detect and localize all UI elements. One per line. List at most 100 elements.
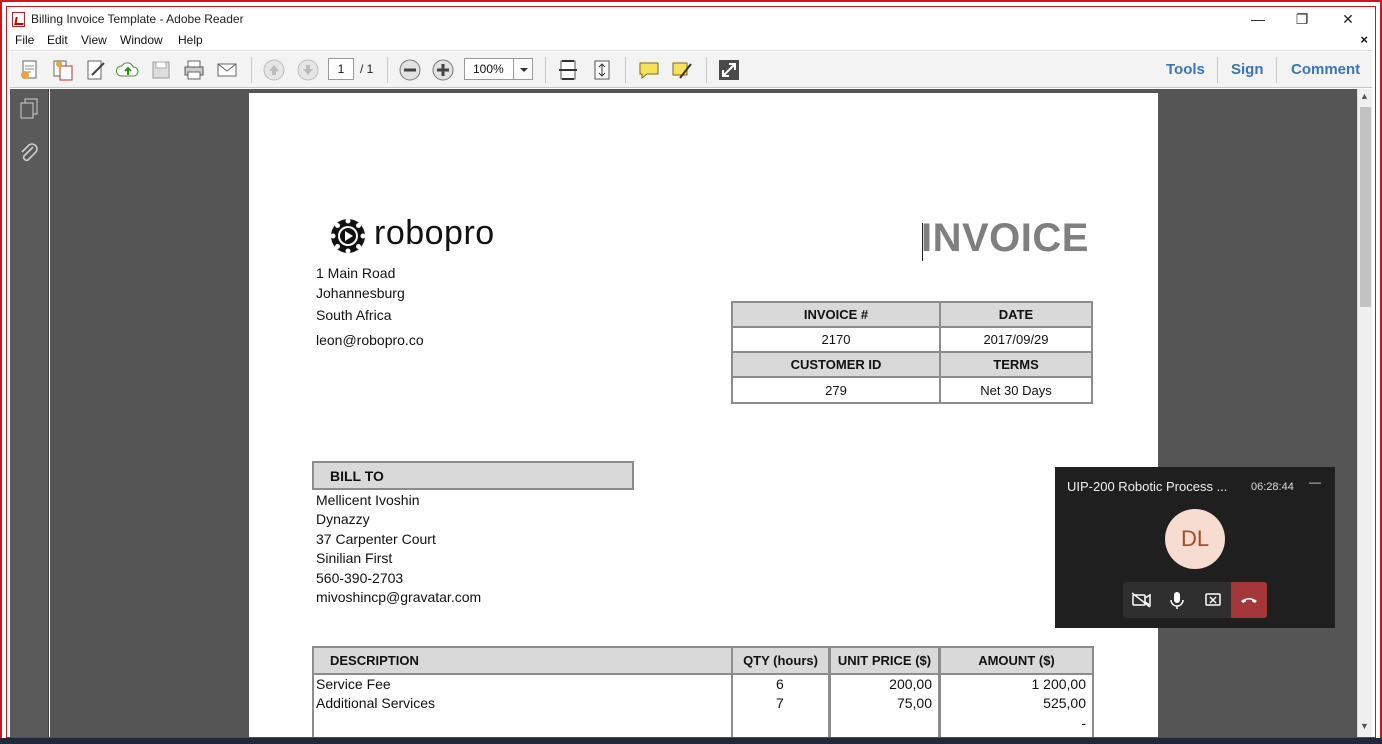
hang-up-icon bbox=[1241, 598, 1257, 603]
sticky-note-icon[interactable] bbox=[637, 58, 661, 82]
call-timer: 06:28:44 bbox=[1251, 481, 1294, 493]
close-button[interactable]: ✕ bbox=[1326, 10, 1370, 30]
sender-address-line2: Johannesburg bbox=[316, 285, 405, 301]
scroll-up-arrow-icon[interactable]: ▲ bbox=[1360, 91, 1369, 101]
date-header: DATE bbox=[939, 301, 1093, 328]
menu-window[interactable]: Window bbox=[120, 33, 163, 47]
combine-files-icon[interactable] bbox=[51, 58, 75, 82]
sender-email: leon@robopro.co bbox=[316, 332, 424, 348]
row1-amount: 1 200,00 bbox=[1031, 676, 1087, 692]
fit-width-icon[interactable] bbox=[556, 58, 580, 82]
zoom-level-input[interactable]: 100% bbox=[464, 58, 514, 80]
sign-pane-link[interactable]: Sign bbox=[1231, 61, 1264, 78]
stop-sharing-icon[interactable] bbox=[1195, 582, 1231, 618]
next-page-icon[interactable] bbox=[296, 58, 320, 82]
invoice-heading: INVOICE bbox=[921, 216, 1089, 260]
email-icon[interactable] bbox=[215, 58, 239, 82]
document-area: robopro INVOICE 1 Main Road Johannesburg… bbox=[50, 89, 1357, 737]
page-total-label: / 1 bbox=[360, 62, 374, 76]
menu-file[interactable]: File bbox=[15, 33, 34, 47]
row1-qty: 6 bbox=[776, 676, 784, 692]
full-screen-icon[interactable] bbox=[717, 58, 741, 82]
description-header: DESCRIPTION bbox=[312, 646, 733, 675]
bill-to-email: mivoshincp@gravatar.com bbox=[316, 589, 482, 605]
bill-to-name: Mellicent Ivoshin bbox=[316, 492, 420, 508]
create-pdf-icon[interactable] bbox=[18, 58, 42, 82]
page-thumbnails-icon[interactable] bbox=[17, 97, 41, 121]
row2-unit-price: 75,00 bbox=[896, 695, 932, 711]
attachments-icon[interactable] bbox=[17, 141, 41, 165]
company-logo-text: robopro bbox=[374, 214, 495, 252]
tools-pane-link[interactable]: Tools bbox=[1166, 61, 1205, 78]
call-popup[interactable]: UIP-200 Robotic Process ... 06:28:44 — D… bbox=[1055, 467, 1335, 628]
sender-address-line1: 1 Main Road bbox=[316, 265, 396, 281]
hang-up-button[interactable] bbox=[1231, 582, 1267, 618]
comment-pane-link[interactable]: Comment bbox=[1291, 61, 1360, 78]
sender-address-line3: South Africa bbox=[316, 307, 392, 323]
navigation-pane bbox=[10, 89, 49, 737]
scrollbar-thumb[interactable] bbox=[1360, 107, 1371, 307]
toolbar-separator bbox=[251, 57, 252, 83]
zoom-dropdown-button[interactable] bbox=[513, 58, 533, 80]
row1-description: Service Fee bbox=[316, 676, 391, 692]
call-minimize-button[interactable]: — bbox=[1309, 475, 1321, 489]
call-controls bbox=[1123, 582, 1267, 618]
camera-off-icon[interactable] bbox=[1123, 582, 1159, 618]
avatar: DL bbox=[1165, 509, 1225, 569]
toolbar-separator bbox=[387, 57, 388, 83]
qty-header: QTY (hours) bbox=[731, 646, 830, 675]
zoom-out-icon[interactable] bbox=[398, 58, 422, 82]
bill-to-city: Sinilian First bbox=[316, 550, 393, 566]
invoice-number-value: 2170 bbox=[731, 326, 941, 353]
edit-pdf-icon[interactable] bbox=[84, 58, 108, 82]
terms-header: TERMS bbox=[939, 351, 1093, 378]
row1-unit-price: 200,00 bbox=[889, 676, 932, 692]
customer-id-header: CUSTOMER ID bbox=[731, 351, 941, 378]
vertical-scrollbar[interactable]: ▲ ▼ bbox=[1357, 89, 1372, 737]
restore-button[interactable]: ❐ bbox=[1280, 10, 1324, 30]
bill-to-street: 37 Carpenter Court bbox=[316, 531, 436, 547]
previous-page-icon[interactable] bbox=[262, 58, 286, 82]
microphone-icon[interactable] bbox=[1159, 582, 1195, 618]
menu-bar: File Edit View Window Help × bbox=[10, 31, 1372, 51]
taskbar-strip bbox=[0, 738, 1382, 744]
menu-edit[interactable]: Edit bbox=[47, 33, 68, 47]
toolbar-separator bbox=[1276, 57, 1277, 83]
upload-cloud-icon[interactable] bbox=[116, 58, 140, 82]
save-icon[interactable] bbox=[149, 58, 173, 82]
toolbar-separator bbox=[1217, 57, 1218, 83]
call-title: UIP-200 Robotic Process ... bbox=[1067, 479, 1228, 494]
title-bar: Billing Invoice Template - Adobe Reader … bbox=[10, 10, 1372, 30]
fit-page-icon[interactable] bbox=[590, 58, 614, 82]
page-number-input[interactable]: 1 bbox=[328, 58, 354, 80]
bill-to-phone: 560-390-2703 bbox=[316, 570, 404, 586]
date-value: 2017/09/29 bbox=[939, 326, 1093, 353]
menu-help[interactable]: Help bbox=[178, 33, 203, 47]
invoice-number-header: INVOICE # bbox=[731, 301, 941, 328]
highlight-text-icon[interactable] bbox=[670, 58, 694, 82]
bill-to-company: Dynazzy bbox=[316, 511, 370, 527]
toolbar-separator bbox=[625, 57, 626, 83]
scroll-down-arrow-icon[interactable]: ▼ bbox=[1360, 721, 1369, 731]
document-close-button[interactable]: × bbox=[1360, 32, 1368, 47]
print-icon[interactable] bbox=[182, 58, 206, 82]
minimize-button[interactable]: — bbox=[1236, 10, 1280, 30]
robopro-logo-icon bbox=[330, 218, 366, 254]
line-items-table: DESCRIPTION QTY (hours) UNIT PRICE ($) A… bbox=[312, 646, 1094, 737]
customer-id-value: 279 bbox=[731, 376, 941, 404]
row2-amount: 525,00 bbox=[1043, 695, 1086, 711]
terms-value: Net 30 Days bbox=[939, 376, 1093, 404]
menu-view[interactable]: View bbox=[81, 33, 107, 47]
toolbar-separator bbox=[545, 57, 546, 83]
adobe-pdf-icon bbox=[12, 12, 25, 27]
unit-price-header: UNIT PRICE ($) bbox=[829, 646, 940, 675]
zoom-in-icon[interactable] bbox=[431, 58, 455, 82]
row3-amount: - bbox=[1081, 715, 1086, 731]
window-title: Billing Invoice Template - Adobe Reader bbox=[31, 12, 244, 26]
row2-description: Additional Services bbox=[316, 695, 436, 711]
toolbar: 1 / 1 100% Tools Sign Comment bbox=[10, 52, 1372, 88]
amount-header: AMOUNT ($) bbox=[939, 646, 1094, 675]
row2-qty: 7 bbox=[776, 695, 784, 711]
toolbar-separator bbox=[706, 57, 707, 83]
bill-to-header: BILL TO bbox=[312, 461, 634, 490]
